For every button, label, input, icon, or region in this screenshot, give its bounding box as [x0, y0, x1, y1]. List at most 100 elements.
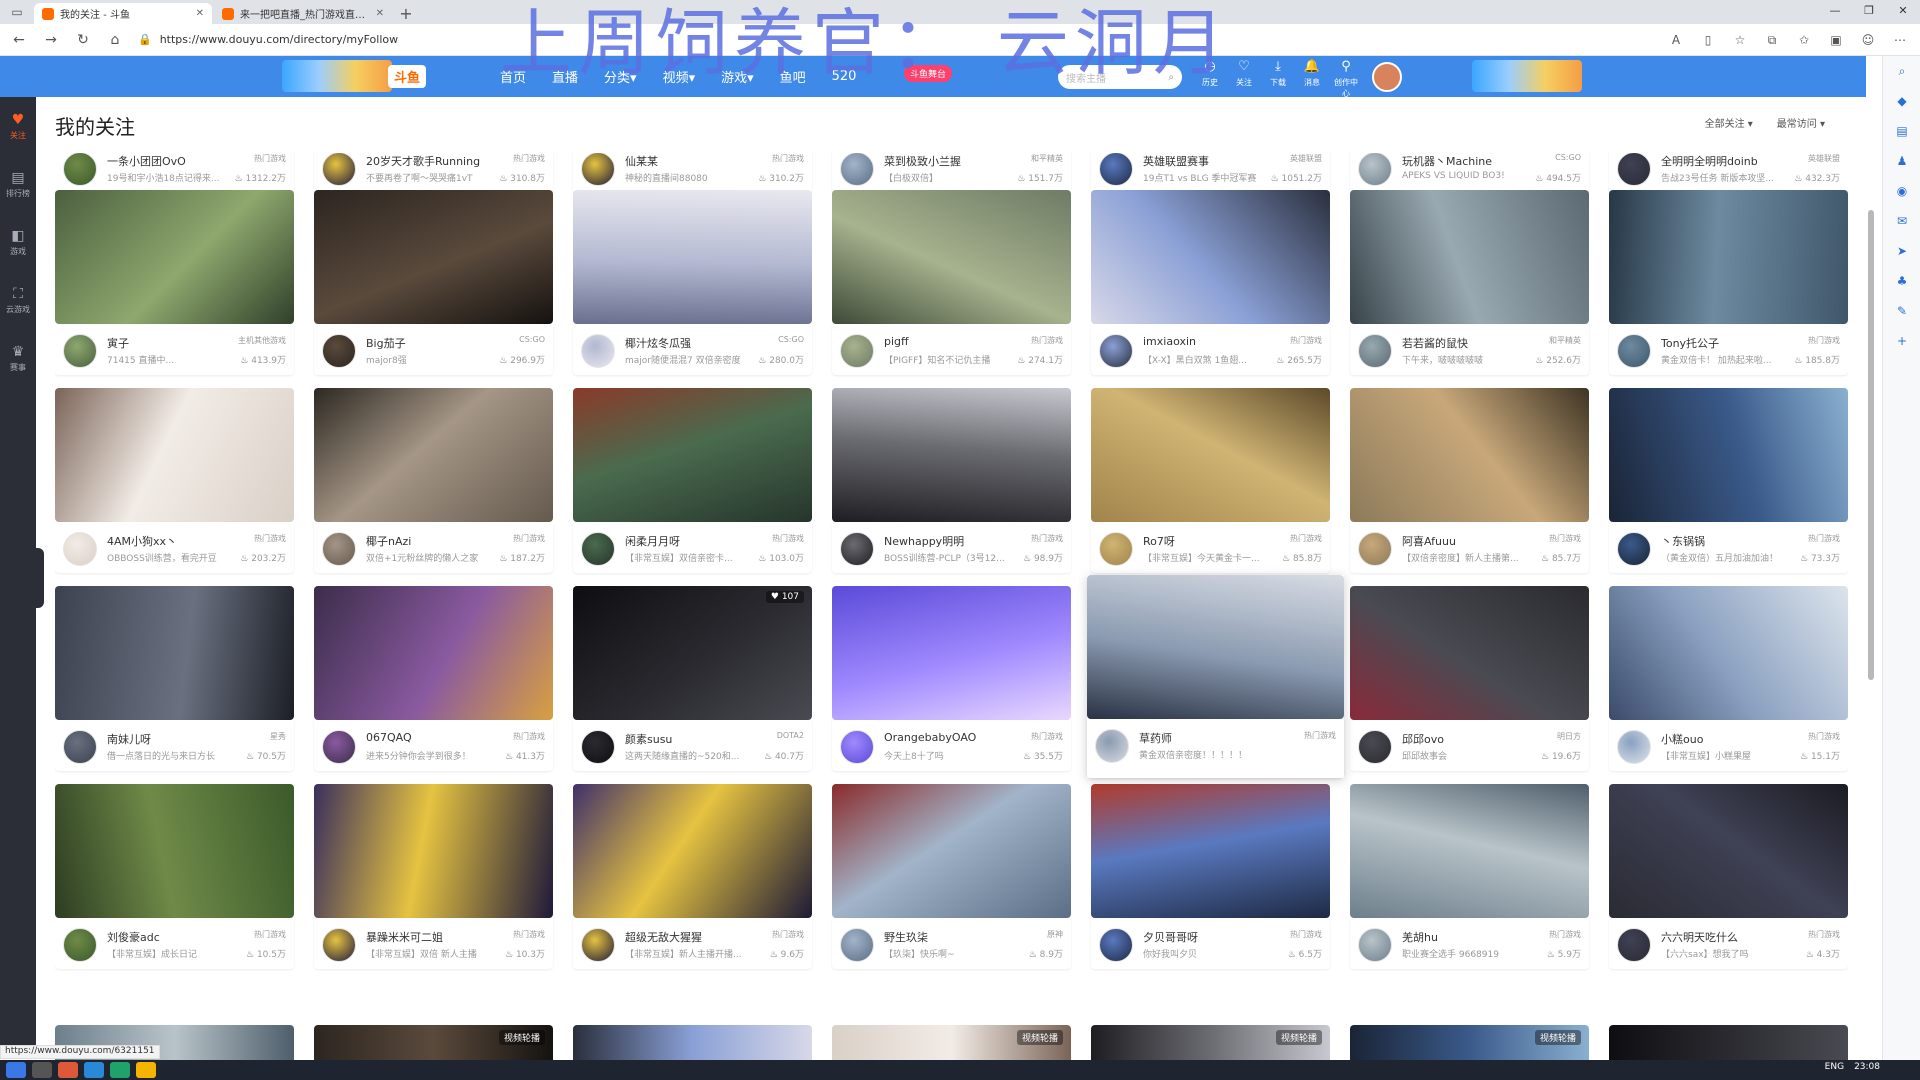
clock[interactable]: 23:08	[1854, 1062, 1880, 1072]
nav-home[interactable]: 首页	[500, 67, 526, 86]
category-tag[interactable]: 热门游戏	[772, 929, 804, 940]
avatar[interactable]	[322, 730, 356, 764]
more-icon[interactable]: ⋯	[1888, 28, 1912, 52]
category-tag[interactable]: 热门游戏	[1808, 335, 1840, 346]
page-scrollbar[interactable]	[1868, 210, 1874, 680]
extensions-icon[interactable]: ⧉	[1760, 28, 1784, 52]
category-tag[interactable]: 热门游戏	[1290, 533, 1322, 544]
stream-thumbnail[interactable]	[55, 190, 294, 324]
streamer-name[interactable]: 草药师	[1139, 730, 1172, 746]
stream-card[interactable]: imxiaoxin 热门游戏 【X-X】黑白双煞 1鱼翅... ♨ 265.5万	[1091, 190, 1330, 375]
search-icon[interactable]: ⌕	[1883, 56, 1920, 86]
new-tab-button[interactable]: +	[394, 3, 418, 24]
category-tag[interactable]: 热门游戏	[1808, 731, 1840, 742]
category-tag[interactable]: 热门游戏	[513, 731, 545, 742]
streamer-name[interactable]: imxiaoxin	[1143, 335, 1196, 348]
profile-icon[interactable]: ☺	[1856, 28, 1880, 52]
streamer-name[interactable]: OrangebabyOAO	[884, 731, 976, 744]
avatar[interactable]	[1095, 729, 1129, 763]
add-icon[interactable]: +	[1883, 326, 1920, 356]
lang-indicator[interactable]: ENG	[1825, 1062, 1844, 1072]
stream-card[interactable]: Tony托公子 热门游戏 黄金双倍卡！ 加热起来啦... ♨ 185.8万	[1609, 190, 1848, 375]
streamer-name[interactable]: pigff	[884, 335, 909, 348]
stream-card[interactable]: 邱邱ovo 明日方 邱邱故事会 ♨ 19.6万	[1350, 586, 1589, 771]
category-tag[interactable]: 和平精英	[1031, 153, 1063, 164]
avatar[interactable]	[1099, 334, 1133, 368]
taskbar-app-icon[interactable]	[58, 1062, 78, 1078]
url-field[interactable]: 🔒 https://www.douyu.com/directory/myFoll…	[138, 28, 1638, 52]
stream-thumbnail[interactable]	[1091, 388, 1330, 522]
avatar[interactable]	[322, 532, 356, 566]
stream-card[interactable]: Newhappy明明 热门游戏 BOSS训练营-PCLP（3号12... ♨ 98.9…	[832, 388, 1071, 573]
category-tag[interactable]: 热门游戏	[513, 533, 545, 544]
nav-yuba[interactable]: 鱼吧	[780, 67, 806, 86]
category-tag[interactable]: 热门游戏	[772, 533, 804, 544]
stream-thumbnail[interactable]: 视频轮播	[832, 1025, 1071, 1060]
avatar[interactable]	[1617, 532, 1651, 566]
stream-thumbnail[interactable]	[573, 784, 812, 918]
stream-card[interactable]: 六六明天吃什么 热门游戏 【六六sax】想我了吗 ♨ 4.3万	[1609, 784, 1848, 969]
streamer-name[interactable]: Ro7呀	[1143, 533, 1175, 549]
back-icon[interactable]: ←	[6, 27, 32, 53]
category-tag[interactable]: 热门游戏	[254, 153, 286, 164]
sort-most-visited[interactable]: 最常访问 ▾	[1777, 115, 1825, 130]
office-icon[interactable]: ◉	[1883, 176, 1920, 206]
event-banner-right[interactable]	[1472, 60, 1582, 92]
category-tag[interactable]: 热门游戏	[1031, 731, 1063, 742]
sidebar-item-3[interactable]: ⛶ 云游戏	[0, 271, 36, 329]
stream-thumbnail[interactable]	[314, 586, 553, 720]
sidebar-item-2[interactable]: ◧ 游戏	[0, 213, 36, 271]
stream-card[interactable]: 闲柔月月呀 热门游戏 【非常互娱】双倍亲密卡... ♨ 103.0万	[573, 388, 812, 573]
avatar[interactable]	[1099, 153, 1133, 186]
stream-thumbnail[interactable]	[314, 784, 553, 918]
header-history-button[interactable]: ◷ 历史	[1196, 59, 1224, 99]
avatar[interactable]	[581, 928, 615, 962]
category-tag[interactable]: 热门游戏	[1549, 533, 1581, 544]
stream-thumbnail[interactable]	[1091, 784, 1330, 918]
streamer-name[interactable]: 羌胡hu	[1402, 929, 1438, 945]
avatar[interactable]	[322, 334, 356, 368]
streamer-name[interactable]: Newhappy明明	[884, 533, 964, 549]
stream-card[interactable]: 南妹儿呀 星秀 借一点落日的光与来日方长 ♨ 70.5万	[55, 586, 294, 771]
avatar[interactable]	[840, 334, 874, 368]
outlook-icon[interactable]: ✉	[1883, 206, 1920, 236]
collections-icon[interactable]: ▣	[1824, 28, 1848, 52]
browser-tab-active[interactable]: 我的关注 - 斗鱼 ✕	[34, 3, 212, 24]
avatar[interactable]	[1358, 928, 1392, 962]
stream-card[interactable]: 一条小团团OvO 热门游戏 19号和宇小浩18点记得来... ♨ 1312.2万	[55, 153, 294, 193]
stream-thumbnail[interactable]	[1609, 388, 1848, 522]
tag-icon[interactable]: ◆	[1883, 86, 1920, 116]
streamer-name[interactable]: 椰子nAzi	[366, 533, 411, 549]
stream-card[interactable]: 4AM小狗xx丶 热门游戏 OBBOSS训练营，看完开豆 ♨ 203.2万	[55, 388, 294, 573]
event-banner-left[interactable]	[282, 60, 392, 92]
avatar[interactable]	[63, 532, 97, 566]
stream-thumbnail[interactable]	[573, 1025, 812, 1060]
avatar[interactable]	[322, 928, 356, 962]
avatar[interactable]	[322, 153, 356, 186]
streamer-name[interactable]: 超级无敌大猩猩	[625, 929, 702, 945]
douyu-logo[interactable]: 斗鱼	[388, 65, 427, 88]
category-tag[interactable]: 热门游戏	[1031, 533, 1063, 544]
category-tag[interactable]: CS:GO	[1555, 153, 1581, 162]
favorite-star-icon[interactable]: ☆	[1728, 28, 1752, 52]
stream-thumbnail[interactable]	[55, 586, 294, 720]
streamer-name[interactable]: 全明明全明明doinb	[1661, 153, 1758, 169]
avatar[interactable]	[1617, 730, 1651, 764]
streamer-name[interactable]: 玩机器丶Machine	[1402, 153, 1492, 169]
minimize-icon[interactable]: —	[1818, 0, 1852, 24]
stream-thumbnail[interactable]	[1350, 190, 1589, 324]
stream-card[interactable]: 暴躁米米可二姐 热门游戏 【非常互娱】双倍 新人主播 ♨ 10.3万	[314, 784, 553, 969]
stream-thumbnail[interactable]	[1609, 784, 1848, 918]
category-tag[interactable]: 热门游戏	[1304, 730, 1336, 741]
people-icon[interactable]: ♟	[1883, 146, 1920, 176]
stream-card[interactable]: 草药师 热门游戏 黄金双倍亲密度！！！！！	[1087, 575, 1344, 778]
avatar[interactable]	[1617, 334, 1651, 368]
header-creator-button[interactable]: ⚲ 创作中心	[1332, 59, 1360, 99]
close-icon[interactable]: ✕	[376, 8, 384, 19]
avatar[interactable]	[840, 153, 874, 186]
stream-thumbnail[interactable]	[1609, 1025, 1848, 1060]
home-icon[interactable]: ⌂	[102, 27, 128, 53]
stream-card[interactable]: pigff 热门游戏 【PIGFF】知名不记仇主播 ♨ 274.1万	[832, 190, 1071, 375]
stream-thumbnail[interactable]: 视频轮播	[1350, 1025, 1589, 1060]
avatar[interactable]	[840, 532, 874, 566]
